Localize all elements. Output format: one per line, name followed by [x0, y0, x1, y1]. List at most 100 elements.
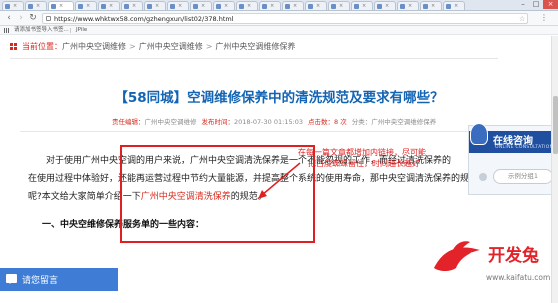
tab-favicon-icon: [423, 3, 428, 9]
meta-published-label: 发布时间：: [201, 118, 235, 126]
tab-favicon-icon: [51, 3, 56, 9]
meta-clicks: 8 次: [334, 118, 347, 126]
bookmark-item[interactable]: JPile: [76, 26, 87, 35]
apps-grid-icon[interactable]: [4, 28, 9, 33]
lock-icon: [46, 16, 51, 21]
tab-close-icon[interactable]: ×: [201, 3, 205, 9]
tab-favicon-icon: [331, 3, 336, 9]
browser-tab[interactable]: ×: [98, 1, 120, 10]
article-meta: 责任编辑：广州中央空调维修 发布时间：2018-07-30 01:15:03 点击数…: [112, 118, 436, 127]
tab-close-icon[interactable]: ×: [224, 3, 228, 9]
tab-favicon-icon: [193, 3, 198, 9]
divider: [10, 58, 498, 59]
tab-favicon-icon: [285, 3, 290, 9]
breadcrumb-item[interactable]: 广州中央空调维修: [139, 42, 203, 51]
tab-favicon-icon: [354, 3, 359, 9]
breadcrumb-item[interactable]: 广州中央空调维修: [62, 42, 126, 51]
leave-message-label[interactable]: 请您留言: [22, 273, 58, 286]
divider: [20, 131, 490, 132]
internal-link[interactable]: 广州中央空调清洗保养: [141, 192, 231, 202]
tab-close-icon[interactable]: ×: [408, 3, 412, 9]
browser-tab[interactable]: ×: [305, 1, 327, 10]
tab-close-icon[interactable]: ×: [431, 3, 435, 9]
bookmark-star-icon[interactable]: ☆: [519, 14, 525, 24]
tab-favicon-icon: [5, 3, 10, 9]
tab-close-icon[interactable]: ×: [247, 3, 251, 9]
browser-tab[interactable]: ×: [167, 1, 189, 10]
annotation-note-line: 在每一篇文章都增加内链接，尽可能: [298, 148, 426, 157]
browser-tab[interactable]: ×: [25, 1, 47, 10]
consult-header[interactable]: 在线咨询 ONLINE CONSULTATION: [469, 123, 557, 153]
tab-close-icon[interactable]: ×: [385, 3, 389, 9]
meta-category[interactable]: 广州中央空调维修保养: [371, 118, 436, 126]
browser-tab[interactable]: ×: [259, 1, 281, 10]
location-icon: [10, 43, 17, 50]
browser-tab[interactable]: ×: [420, 1, 442, 10]
annotation-note-line: 把百度蜘蛛留住，时间越长越好: [308, 159, 420, 168]
browser-menu-icon[interactable]: ⋮: [540, 13, 548, 23]
browser-tab[interactable]: ×: [190, 1, 212, 10]
bookmark-import-hint[interactable]: 请添加书签导入书签...: [14, 26, 69, 35]
online-consult-widget[interactable]: 在线咨询 ONLINE CONSULTATION 示例分组1: [468, 123, 558, 195]
browser-tab[interactable]: ×: [75, 1, 97, 10]
tab-close-icon[interactable]: ×: [362, 3, 366, 9]
tab-favicon-icon: [446, 3, 451, 9]
tab-favicon-icon: [216, 3, 221, 9]
scrollbar-thumb[interactable]: [553, 96, 558, 154]
tab-close-icon[interactable]: ×: [36, 3, 40, 9]
tab-close-icon[interactable]: ×: [86, 3, 90, 9]
breadcrumb-prefix: 当前位置：: [22, 42, 62, 51]
breadcrumb-separator: >: [205, 42, 213, 51]
browser-tab[interactable]: ×: [328, 1, 350, 10]
tab-close-icon[interactable]: ×: [270, 3, 274, 9]
back-arrow-icon[interactable]: ‹: [4, 13, 14, 23]
browser-tab[interactable]: ×: [236, 1, 258, 10]
browser-tab[interactable]: ×: [351, 1, 373, 10]
reload-icon[interactable]: ↻: [28, 13, 38, 23]
meta-author-label: 责任编辑：: [112, 118, 145, 126]
browser-tab[interactable]: ×: [121, 1, 143, 10]
tab-close-icon[interactable]: ×: [339, 3, 343, 9]
browser-tab[interactable]: ×: [397, 1, 419, 10]
bookmarks-bar: 请添加书签导入书签... JPile: [0, 26, 558, 35]
browser-tab[interactable]: ×: [282, 1, 304, 10]
maximize-icon[interactable]: □: [530, 0, 542, 9]
article-title: 【58同城】空调维修保养中的清洗规范及要求有哪些？: [114, 90, 444, 106]
watermark-text: 开发兔: [488, 246, 539, 266]
address-bar[interactable]: https://www.whktwx58.com/gzhengxun/list0…: [42, 13, 528, 24]
tab-close-icon[interactable]: ×: [155, 3, 159, 9]
browser-tab[interactable]: ×: [213, 1, 235, 10]
forward-arrow-icon[interactable]: ›: [16, 13, 26, 23]
agent-avatar: [470, 123, 488, 145]
tab-close-icon[interactable]: ×: [178, 3, 182, 9]
bookmark-divider: [70, 28, 71, 33]
tab-favicon-icon: [262, 3, 267, 9]
browser-tab[interactable]: ×: [443, 1, 465, 10]
tab-favicon-icon: [239, 3, 244, 9]
browser-tab[interactable]: ×: [2, 1, 24, 10]
watermark-url: www.kaifatu.com: [486, 273, 551, 282]
annotation-note: 在每一篇文章都增加内链接，尽可能 把百度蜘蛛留住，时间越长越好: [298, 147, 468, 169]
minimize-icon[interactable]: –: [517, 0, 529, 9]
tab-close-icon[interactable]: ×: [109, 3, 113, 9]
message-icon: [6, 274, 17, 284]
tab-close-icon[interactable]: ×: [132, 3, 136, 9]
tab-close-icon[interactable]: ×: [454, 3, 458, 9]
watermark: 开发兔 www.kaifatu.com: [428, 238, 556, 300]
consult-group-button[interactable]: 示例分组1: [493, 169, 553, 184]
tab-close-icon[interactable]: ×: [13, 3, 17, 9]
chat-bubble-icon: [479, 173, 487, 181]
tab-close-icon[interactable]: ×: [59, 3, 63, 9]
browser-tab[interactable]: ×: [144, 1, 166, 10]
breadcrumb-separator: >: [129, 42, 136, 51]
tab-favicon-icon: [308, 3, 313, 9]
browser-tab[interactable]: ×: [48, 1, 74, 10]
tab-close-icon[interactable]: ×: [316, 3, 320, 9]
browser-tab[interactable]: ×: [374, 1, 396, 10]
tab-close-icon[interactable]: ×: [293, 3, 297, 9]
close-window-icon[interactable]: ×: [543, 0, 558, 9]
breadcrumb-item[interactable]: 广州中央空调维修保养: [215, 42, 295, 51]
url-text[interactable]: https://www.whktwx58.com/gzhengxun/list0…: [54, 14, 234, 24]
breadcrumb: 当前位置：广州中央空调维修 > 广州中央空调维修 > 广州中央空调维修保养: [22, 41, 295, 53]
leave-message-bar[interactable]: 请您留言: [0, 268, 118, 291]
